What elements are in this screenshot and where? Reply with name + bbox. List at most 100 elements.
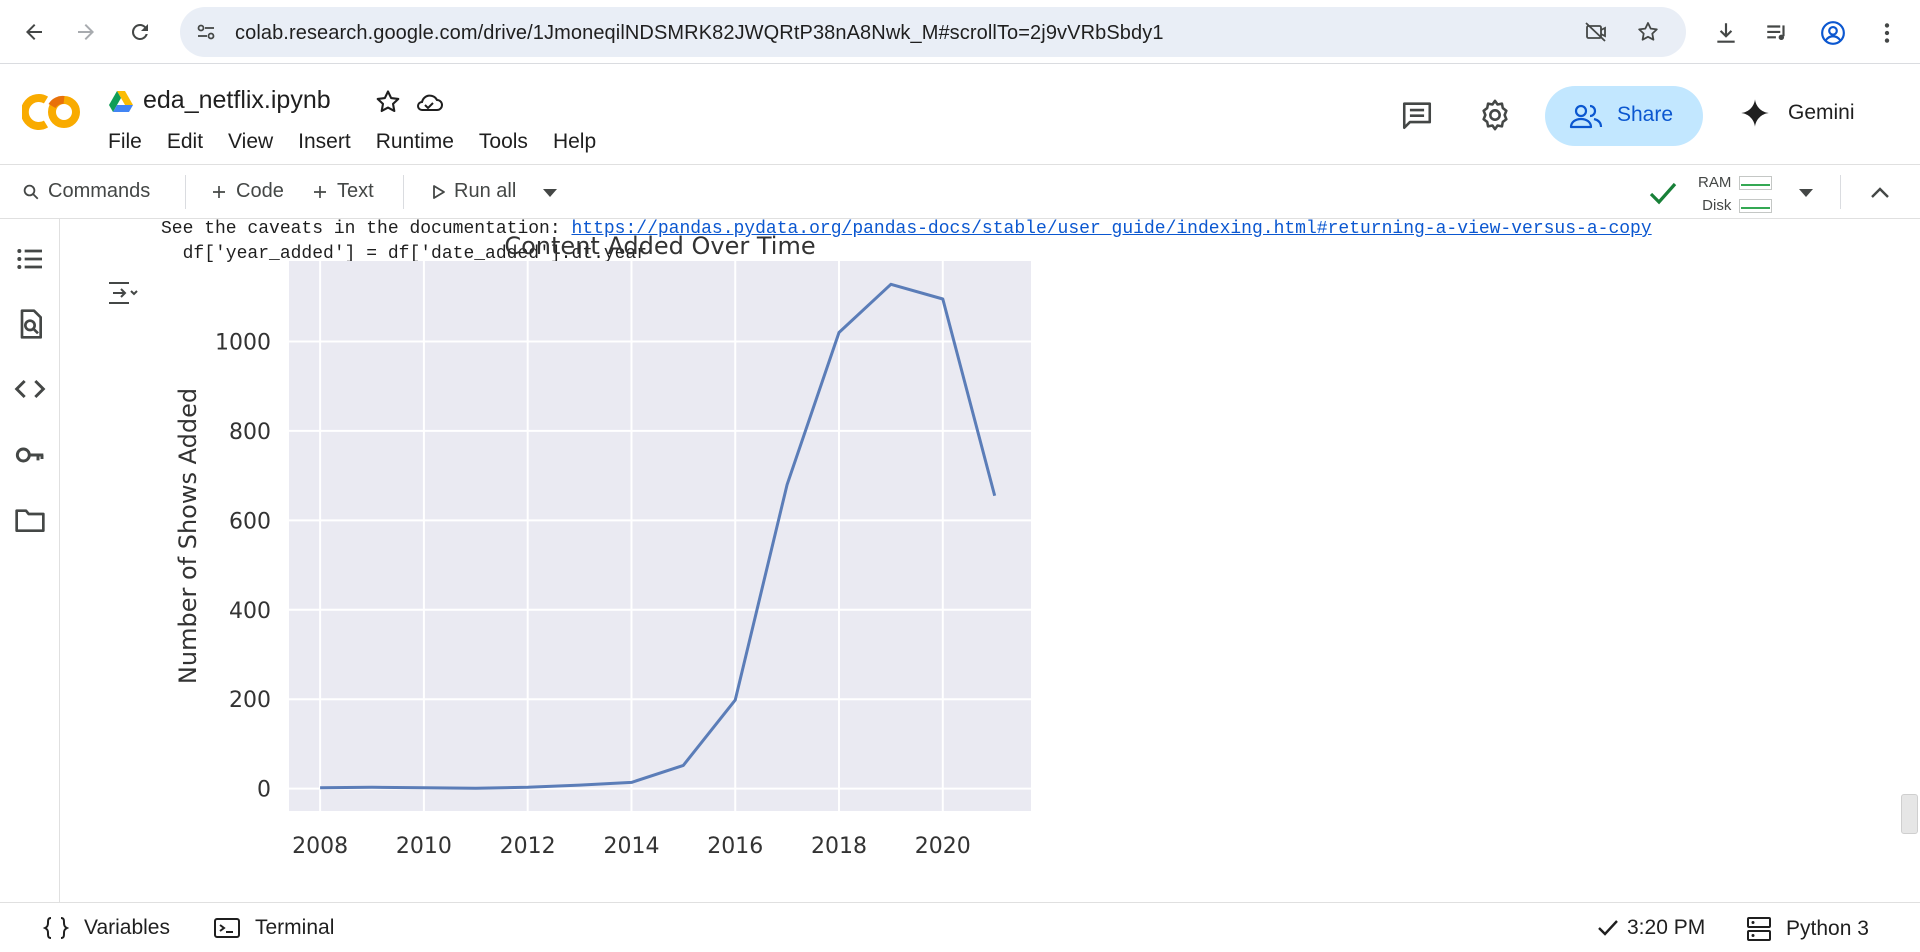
runtime-type-button[interactable]: Python 3 [1746, 916, 1869, 942]
connected-check-icon[interactable] [1648, 179, 1678, 207]
add-text-button[interactable]: Text [311, 180, 374, 203]
disk-label: Disk [1702, 197, 1732, 214]
notebook-title[interactable]: eda_netflix.ipynb [143, 86, 331, 115]
x-tick-label: 2020 [915, 834, 971, 859]
settings-gear-icon[interactable] [1478, 98, 1512, 132]
bookmark-star-icon[interactable] [1636, 20, 1660, 44]
status-bar: Variables Terminal 3:20 PM Python 3 [0, 902, 1920, 952]
forward-button[interactable] [66, 12, 106, 52]
download-icon[interactable] [1713, 20, 1739, 46]
plot-background [289, 261, 1031, 811]
x-tick-label: 2010 [396, 834, 452, 859]
commands-label: Commands [48, 180, 151, 202]
resource-monitor[interactable]: RAM Disk [1698, 171, 1773, 217]
share-button[interactable]: Share [1545, 86, 1703, 146]
colab-logo-icon[interactable] [22, 92, 84, 132]
menu-file[interactable]: File [108, 130, 142, 154]
ram-label: RAM [1698, 174, 1732, 191]
x-tick-label: 2014 [603, 834, 659, 859]
x-tick-label: 2016 [707, 834, 763, 859]
address-bar[interactable]: colab.research.google.com/drive/1Jmoneqi… [180, 7, 1686, 57]
code-snippets-icon[interactable] [14, 373, 46, 405]
y-tick-label: 800 [229, 420, 271, 445]
back-button[interactable] [14, 12, 54, 52]
reload-button[interactable] [120, 12, 160, 52]
y-tick-label: 600 [229, 509, 271, 534]
gemini-button[interactable]: Gemini [1740, 98, 1855, 128]
find-in-page-icon[interactable] [14, 308, 46, 340]
forward-arrow-icon [78, 24, 94, 40]
y-tick-label: 0 [257, 778, 271, 803]
secrets-key-icon[interactable] [14, 439, 46, 471]
commands-button[interactable]: Commands [22, 180, 150, 203]
toolbar-divider [1840, 175, 1841, 209]
y-axis-label: Number of Shows Added [174, 388, 202, 684]
terminal-label: Terminal [255, 916, 335, 939]
toolbar-divider [403, 175, 404, 209]
reload-icon [131, 23, 148, 40]
url-text[interactable]: colab.research.google.com/drive/1Jmoneqi… [235, 22, 1164, 45]
people-icon [1569, 104, 1603, 129]
add-code-label: Code [236, 180, 284, 202]
terminal-icon [214, 918, 240, 938]
x-tick-label: 2012 [500, 834, 556, 859]
share-label: Share [1617, 103, 1674, 126]
ram-bar [1739, 175, 1773, 190]
y-tick-label: 400 [229, 599, 271, 624]
notebook-toolbar: Commands Code Text Run all RAM Disk [0, 164, 1920, 219]
browser-toolbar: colab.research.google.com/drive/1Jmoneqi… [0, 0, 1920, 64]
check-icon [1598, 920, 1618, 936]
execution-time: 3:20 PM [1627, 916, 1706, 939]
left-sidebar [0, 219, 60, 902]
y-tick-labels: 0 200 400 600 800 1000 [215, 330, 271, 802]
content-added-chart: 02004006008001000 2008 2010 2012 2014 2016 20… [174, 232, 1031, 859]
comment-icon[interactable] [1400, 98, 1434, 132]
menu-runtime[interactable]: Runtime [376, 130, 454, 154]
site-info-icon[interactable] [194, 20, 218, 44]
search-icon [23, 184, 39, 199]
collapse-chevron-up-icon[interactable] [1868, 181, 1892, 203]
variables-label: Variables [84, 916, 170, 939]
menu-bar: File Edit View Insert Runtime Tools Help [108, 130, 621, 154]
run-all-button[interactable]: Run all [432, 180, 516, 203]
menu-view[interactable]: View [228, 130, 273, 154]
media-queue-icon[interactable] [1764, 20, 1790, 46]
plus-icon [314, 185, 326, 198]
notebook-content: See the caveats in the documentation: ht… [61, 219, 1920, 902]
table-of-contents-icon[interactable] [14, 243, 46, 275]
colab-header: eda_netflix.ipynb File Edit View Insert … [0, 64, 1920, 164]
x-tick-labels: 2008 2010 2012 2014 2016 2018 2020 [292, 834, 971, 859]
runtime-label: Python 3 [1786, 917, 1869, 940]
plus-icon [213, 185, 225, 198]
play-icon [433, 184, 445, 199]
gemini-sparkle-icon [1741, 99, 1769, 127]
camera-blocked-icon[interactable] [1584, 20, 1608, 44]
gemini-label: Gemini [1788, 101, 1855, 124]
disk-bar [1739, 198, 1773, 213]
profile-icon[interactable] [1820, 20, 1846, 46]
vertical-scrollbar[interactable] [1901, 794, 1918, 834]
y-tick-label: 1000 [215, 330, 271, 355]
menu-edit[interactable]: Edit [167, 130, 203, 154]
google-drive-icon [109, 91, 133, 112]
variables-braces-icon [42, 917, 70, 939]
y-tick-label: 200 [229, 688, 271, 713]
run-all-label: Run all [454, 180, 517, 202]
menu-tools[interactable]: Tools [479, 130, 528, 154]
resources-chevron-down-icon[interactable] [1797, 187, 1815, 199]
star-icon[interactable] [374, 88, 402, 116]
chart-title: Content Added Over Time [504, 232, 815, 260]
add-code-button[interactable]: Code [210, 180, 284, 203]
terminal-button[interactable]: Terminal [213, 916, 334, 940]
toolbar-divider [185, 175, 186, 209]
menu-insert[interactable]: Insert [298, 130, 351, 154]
browser-menu-icon[interactable] [1874, 20, 1900, 46]
run-options-chevron-down-icon[interactable] [541, 187, 559, 199]
server-icon [1747, 917, 1771, 941]
files-folder-icon[interactable] [14, 504, 46, 536]
execution-status[interactable]: 3:20 PM [1597, 916, 1705, 940]
cloud-saved-icon[interactable] [414, 88, 444, 116]
menu-help[interactable]: Help [553, 130, 596, 154]
variables-button[interactable]: Variables [42, 916, 170, 940]
x-tick-label: 2018 [811, 834, 867, 859]
